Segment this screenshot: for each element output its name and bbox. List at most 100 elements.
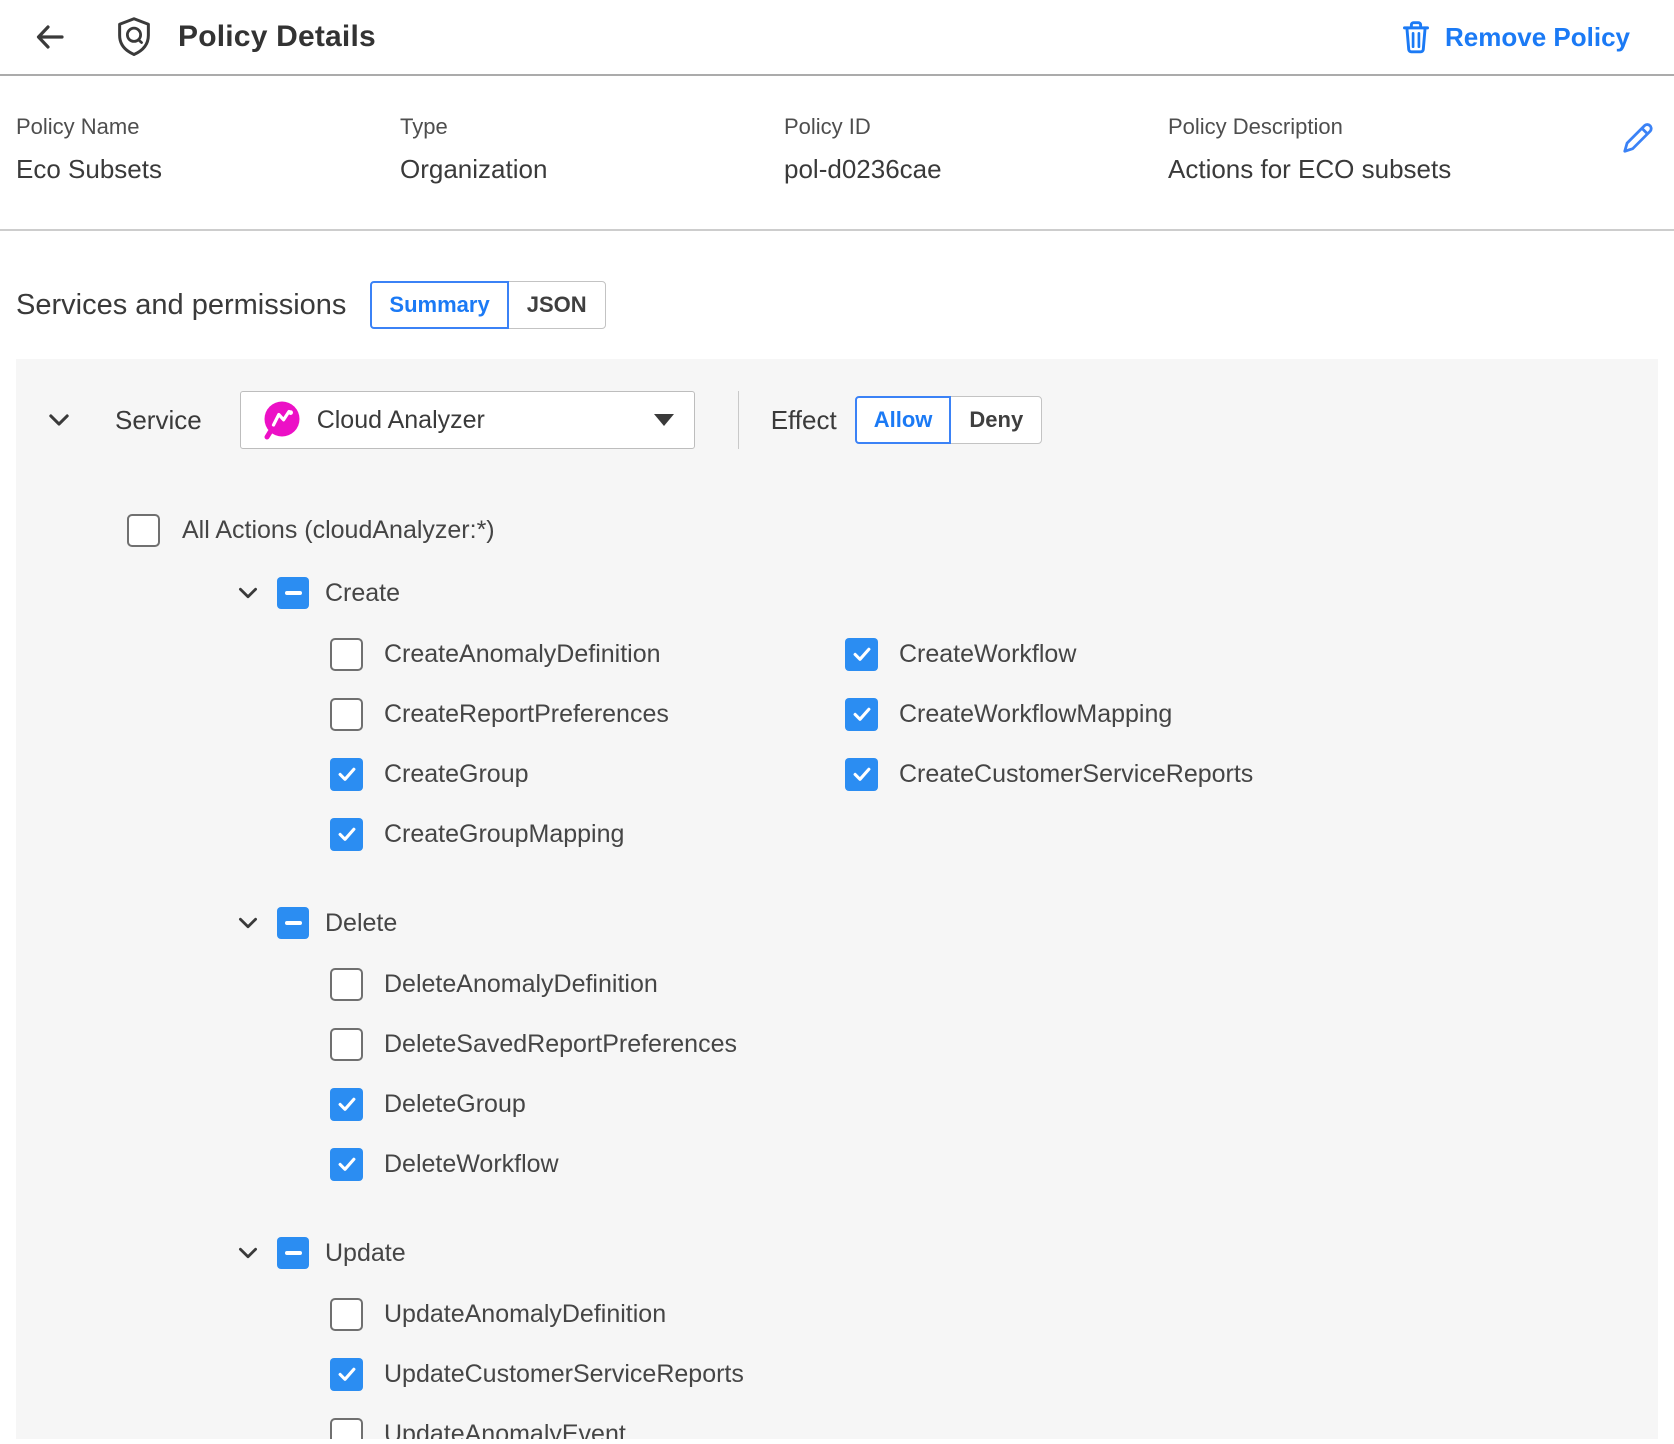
- services-permissions-header: Services and permissions Summary JSON: [16, 281, 1658, 329]
- action-row: CreateGroupMapping: [330, 817, 845, 851]
- action-checkbox-UpdateAnomalyEvent[interactable]: [330, 1418, 363, 1440]
- check-icon: [851, 643, 873, 665]
- action-label: CreateWorkflow: [899, 640, 1076, 669]
- policy-description-label: Policy Description: [1168, 114, 1588, 140]
- policy-id-label: Policy ID: [784, 114, 1168, 140]
- group-header-update: Update: [16, 1235, 1658, 1271]
- action-label: UpdateAnomalyEvent: [384, 1420, 626, 1440]
- group-actions-grid: CreateAnomalyDefinition CreateReportPrefe…: [16, 637, 1658, 877]
- chevron-down-icon: [235, 580, 261, 606]
- actions-column: CreateAnomalyDefinition CreateReportPrefe…: [330, 637, 845, 877]
- all-actions-label: All Actions (cloudAnalyzer:*): [182, 516, 495, 545]
- policy-type-value: Organization: [400, 154, 784, 185]
- action-label: DeleteAnomalyDefinition: [384, 970, 658, 999]
- action-label: CreateGroupMapping: [384, 820, 624, 849]
- group-label: Update: [325, 1239, 406, 1268]
- action-row: CreateWorkflow: [845, 637, 1253, 671]
- action-checkbox-CreateWorkflow[interactable]: [845, 638, 878, 671]
- policy-name-value: Eco Subsets: [16, 154, 400, 185]
- group-expand-chevron[interactable]: [235, 580, 261, 606]
- effect-allow-button[interactable]: Allow: [855, 396, 952, 444]
- service-label: Service: [115, 405, 202, 436]
- chevron-down-icon: [235, 910, 261, 936]
- remove-policy-button[interactable]: Remove Policy: [1401, 20, 1630, 54]
- pencil-icon: [1616, 118, 1658, 160]
- action-checkbox-DeleteSavedReportPreferences[interactable]: [330, 1028, 363, 1061]
- action-label: CreateReportPreferences: [384, 700, 669, 729]
- action-row: DeleteSavedReportPreferences: [330, 1027, 845, 1061]
- action-row: UpdateAnomalyDefinition: [330, 1297, 845, 1331]
- action-label: UpdateCustomerServiceReports: [384, 1360, 744, 1389]
- all-actions-row: All Actions (cloudAnalyzer:*): [16, 513, 1658, 547]
- actions-column: DeleteAnomalyDefinition DeleteSavedReport…: [330, 967, 845, 1207]
- service-collapse-chevron[interactable]: [45, 406, 73, 434]
- action-checkbox-CreateCustomerServiceReports[interactable]: [845, 758, 878, 791]
- indeterminate-dash-icon: [285, 921, 302, 925]
- actions-tree: All Actions (cloudAnalyzer:*) Create Crea…: [16, 513, 1658, 1439]
- edit-policy-button[interactable]: [1616, 114, 1658, 185]
- indeterminate-dash-icon: [285, 591, 302, 595]
- all-actions-checkbox[interactable]: [127, 514, 160, 547]
- check-icon: [336, 823, 358, 845]
- check-icon: [336, 763, 358, 785]
- group-label: Create: [325, 579, 400, 608]
- group-checkbox-delete[interactable]: [277, 907, 309, 939]
- vertical-divider: [738, 391, 739, 449]
- trash-icon: [1401, 20, 1431, 54]
- policy-name-label: Policy Name: [16, 114, 400, 140]
- services-permissions-title: Services and permissions: [16, 289, 346, 322]
- check-icon: [851, 763, 873, 785]
- action-label: CreateGroup: [384, 760, 529, 789]
- page-title: Policy Details: [178, 20, 376, 54]
- action-label: DeleteSavedReportPreferences: [384, 1030, 737, 1059]
- actions-column: UpdateAnomalyDefinition UpdateCustomerSer…: [330, 1297, 845, 1439]
- check-icon: [851, 703, 873, 725]
- check-icon: [336, 1093, 358, 1115]
- action-checkbox-DeleteAnomalyDefinition[interactable]: [330, 968, 363, 1001]
- service-dropdown[interactable]: Cloud Analyzer: [240, 391, 695, 449]
- action-checkbox-UpdateAnomalyDefinition[interactable]: [330, 1298, 363, 1331]
- policy-type-field: Type Organization: [400, 114, 784, 185]
- indeterminate-dash-icon: [285, 1251, 302, 1255]
- policy-id-value: pol-d0236cae: [784, 154, 1168, 185]
- action-label: DeleteGroup: [384, 1090, 526, 1119]
- service-selected-value: Cloud Analyzer: [317, 406, 485, 435]
- dropdown-caret-icon: [654, 414, 674, 426]
- action-row: DeleteWorkflow: [330, 1147, 845, 1181]
- view-toggle-json[interactable]: JSON: [508, 281, 606, 329]
- group-checkbox-create[interactable]: [277, 577, 309, 609]
- group-checkbox-update[interactable]: [277, 1237, 309, 1269]
- action-label: CreateCustomerServiceReports: [899, 760, 1253, 789]
- policy-name-field: Policy Name Eco Subsets: [16, 114, 400, 185]
- cloud-analyzer-icon: [261, 399, 301, 441]
- policy-description-value: Actions for ECO subsets: [1168, 154, 1588, 185]
- service-row: Service Cloud Analyzer Effect Allow Deny: [16, 391, 1658, 449]
- effect-toggle: Allow Deny: [855, 396, 1042, 444]
- action-row: CreateGroup: [330, 757, 845, 791]
- group-expand-chevron[interactable]: [235, 910, 261, 936]
- effect-deny-button[interactable]: Deny: [950, 396, 1042, 444]
- policy-id-field: Policy ID pol-d0236cae: [784, 114, 1168, 185]
- back-button[interactable]: [30, 19, 70, 55]
- group-header-create: Create: [16, 575, 1658, 611]
- action-row: CreateReportPreferences: [330, 697, 845, 731]
- action-row: CreateCustomerServiceReports: [845, 757, 1253, 791]
- action-checkbox-CreateWorkflowMapping[interactable]: [845, 698, 878, 731]
- action-label: CreateWorkflowMapping: [899, 700, 1172, 729]
- action-row: CreateAnomalyDefinition: [330, 637, 845, 671]
- action-checkbox-UpdateCustomerServiceReports[interactable]: [330, 1358, 363, 1391]
- action-checkbox-CreateReportPreferences[interactable]: [330, 698, 363, 731]
- group-expand-chevron[interactable]: [235, 1240, 261, 1266]
- action-checkbox-CreateGroup[interactable]: [330, 758, 363, 791]
- view-toggle: Summary JSON: [370, 281, 605, 329]
- action-checkbox-CreateGroupMapping[interactable]: [330, 818, 363, 851]
- view-toggle-summary[interactable]: Summary: [370, 281, 508, 329]
- action-group-delete: Delete DeleteAnomalyDefinition DeleteSaved…: [16, 905, 1658, 1207]
- action-row: DeleteGroup: [330, 1087, 845, 1121]
- policy-info-section: Policy Name Eco Subsets Type Organizatio…: [0, 76, 1674, 231]
- action-checkbox-CreateAnomalyDefinition[interactable]: [330, 638, 363, 671]
- action-checkbox-DeleteWorkflow[interactable]: [330, 1148, 363, 1181]
- chevron-down-icon: [235, 1240, 261, 1266]
- group-header-delete: Delete: [16, 905, 1658, 941]
- action-checkbox-DeleteGroup[interactable]: [330, 1088, 363, 1121]
